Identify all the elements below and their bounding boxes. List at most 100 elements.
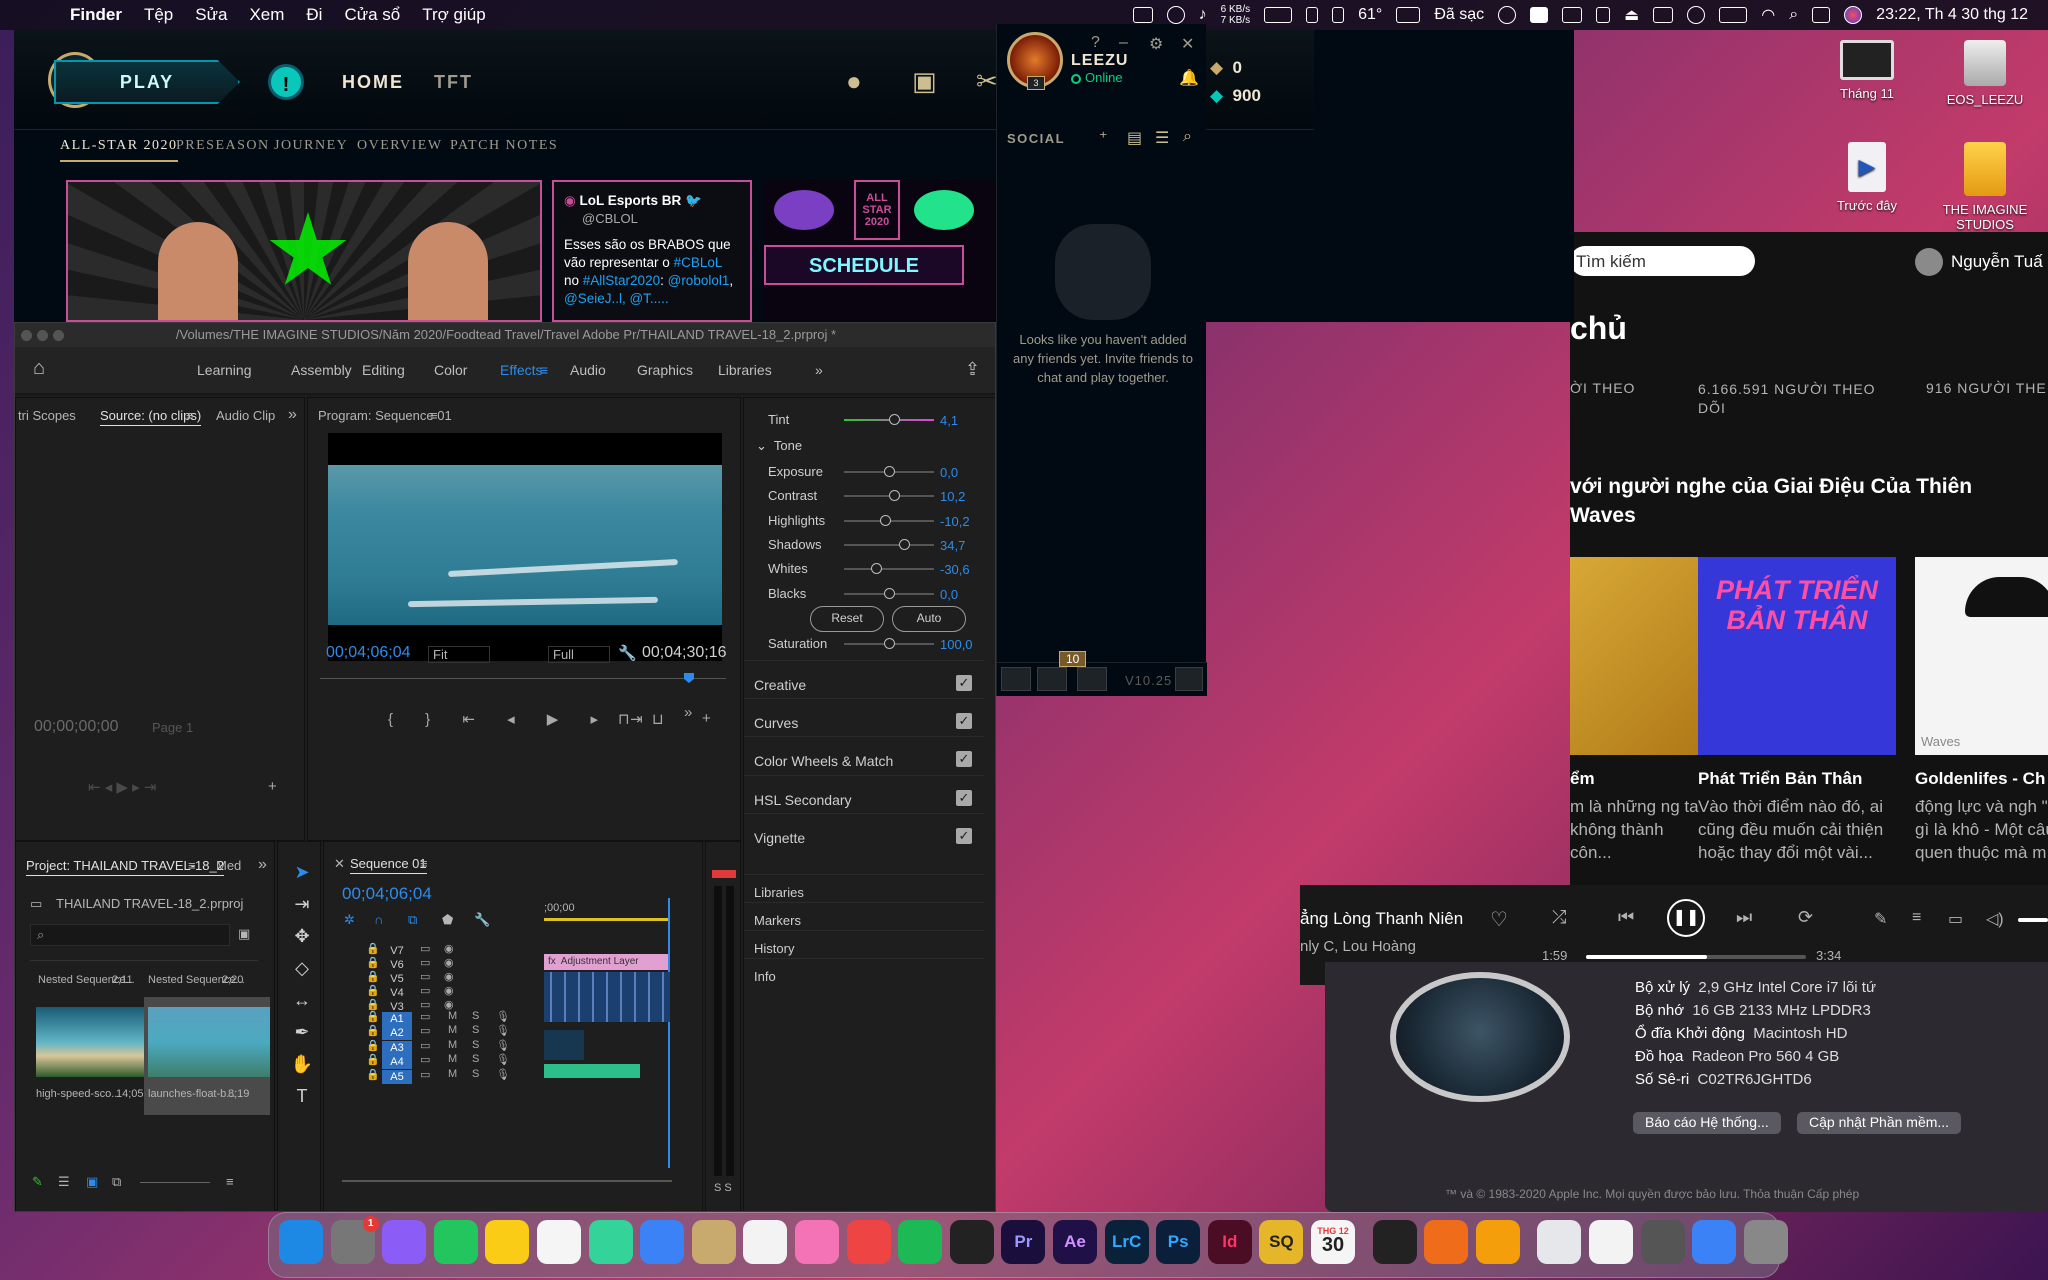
collection-icon[interactable]: ▣ [912,66,937,97]
tone-section-header[interactable]: ⌄ Tone [756,438,802,454]
share-icon[interactable]: ⇪ [965,359,980,380]
clip-indicator[interactable] [712,870,736,878]
more-tabs-icon[interactable]: » [288,406,297,424]
panel-menu-icon[interactable]: ≡ [420,856,428,871]
freeform-view-icon[interactable]: ⧉ [112,1174,121,1190]
eject-icon[interactable]: ⏏ [1624,5,1639,25]
workspace-color[interactable]: Color [434,362,467,378]
tab-lumetri-scopes[interactable]: tri Scopes [18,408,76,423]
playlist-card[interactable]: Waves Goldenlifes - Ch động lực và ngh "… [1915,557,2048,864]
clock[interactable]: 23:22, Th 4 30 thg 12 [1876,6,2028,24]
playlist-card[interactable]: PHÁT TRIỂN BẢN THÂN Phát Triển Bản Thân … [1698,557,1898,864]
close-icon[interactable]: ✕ [1181,34,1194,54]
solo-buttons[interactable]: S S [714,1182,732,1194]
dock-app-launchpad[interactable] [846,1220,891,1264]
add-button-icon[interactable]: + [702,710,711,727]
subnav-preseason[interactable]: PRESEASON [176,138,270,154]
devices-icon[interactable]: ▭ [1948,909,1963,929]
close-window-icon[interactable] [21,330,32,341]
nest-icon[interactable]: ✲ [344,912,355,928]
new-bin-icon[interactable]: ▣ [238,926,250,942]
timeline-scrollbar[interactable] [342,1180,672,1182]
checkbox-checked[interactable]: ✓ [956,675,972,691]
loot-icon[interactable]: ✂ [976,66,998,97]
checkbox-checked[interactable]: ✓ [956,713,972,730]
razor-tool-icon[interactable]: ◇ [290,958,314,982]
minimize-window-icon[interactable] [37,330,48,341]
menu-help[interactable]: Trợ giúp [422,5,485,25]
alert-icon[interactable]: ! [268,64,304,100]
zoom-window-icon[interactable] [53,330,64,341]
clip-thumbnail[interactable] [36,1007,158,1077]
subnav-journey[interactable]: JOURNEY [274,138,348,154]
volume-icon[interactable]: ◁) [1986,909,2004,929]
tab-sequence[interactable]: Sequence 01 [350,856,427,874]
keyboard-icon[interactable] [1653,7,1674,23]
section-vignette[interactable]: Vignette ✓ [744,812,984,861]
dock-app-spotify[interactable] [898,1220,943,1264]
settings-icon[interactable]: ⚙ [1149,34,1163,54]
dock-app-folder[interactable] [1692,1220,1737,1264]
type-tool-icon[interactable]: T [290,1086,314,1110]
fit-dropdown[interactable]: Fit [428,646,490,663]
schedule-button[interactable]: SCHEDULE [764,245,964,285]
list-icon[interactable]: ☰ [1155,128,1169,148]
battery-icon[interactable] [1719,7,1748,23]
menu-go[interactable]: Đi [306,5,322,25]
cloud-icon[interactable] [1562,7,1583,23]
linked-selection-icon[interactable]: ⧉ [408,912,417,928]
ripple-edit-tool-icon[interactable]: ✥ [290,926,314,950]
clip-thumbnail[interactable] [148,1007,270,1077]
subnav-allstar[interactable]: ALL-STAR 2020 [60,138,178,162]
chat-icon[interactable] [1001,667,1031,691]
help-icon[interactable]: ? [1091,34,1100,52]
auto-button[interactable]: Auto [892,606,966,632]
mic-monitor-icon[interactable] [1596,7,1611,23]
workspace-menu-icon[interactable]: ≡ [540,362,548,378]
work-area-bar[interactable] [544,918,670,921]
wrench-icon[interactable]: 🔧 [618,644,637,662]
online-status[interactable]: Online [1085,70,1123,85]
checkbox-checked[interactable]: ✓ [956,751,972,768]
add-button-icon[interactable]: + [268,778,277,795]
nav-home[interactable]: HOME [342,72,404,93]
clipboard-icon[interactable] [1037,667,1067,691]
notifications-icon[interactable]: 🔔 [1179,68,1199,88]
icon-view-icon[interactable]: ▣ [86,1174,98,1190]
desktop-icon-eos-leezu[interactable]: EOS_LEEZU [1930,40,2040,107]
mini-time-ruler[interactable] [320,673,726,692]
workspace-editing[interactable]: Editing [362,362,405,378]
repeat-icon[interactable]: ⟳ [1798,907,1813,928]
dock-app-id[interactable]: Id [1207,1220,1252,1264]
menu-window[interactable]: Cửa sổ [344,5,400,25]
more-controls-icon[interactable]: » [684,704,692,721]
system-report-button[interactable]: Báo cáo Hệ thống... [1633,1112,1781,1134]
selection-tool-icon[interactable]: ➤ [290,862,314,886]
search-input[interactable]: Tìm kiếm [1570,246,1755,276]
menu-edit[interactable]: Sửa [195,5,227,25]
quality-dropdown[interactable]: Full [548,646,610,663]
timeline-timecode[interactable]: 00;04;06;04 [342,884,432,904]
project-search-input[interactable]: ⌕ [30,924,230,946]
temperature-reading[interactable]: 61° [1358,6,1382,24]
reset-button[interactable]: Reset [810,606,884,632]
shield-icon[interactable] [1166,6,1185,24]
dock-app-pr[interactable]: Pr [1001,1220,1046,1264]
memory-icon[interactable] [1306,7,1319,23]
profile-icon[interactable]: ● [846,66,862,97]
schedule-banner[interactable]: ALL STAR 2020 SCHEDULE [764,180,1004,322]
timeline-playhead[interactable] [668,898,670,1168]
dock-app-app-store[interactable] [640,1220,685,1264]
dock-app-rocket[interactable] [1475,1220,1520,1264]
track-title[interactable]: ẳng Lòng Thanh Niên [1300,909,1463,929]
subnav-patch-notes[interactable]: PATCH NOTES [450,138,558,154]
audio-clip[interactable] [544,1064,640,1078]
slip-tool-icon[interactable]: ↔ [290,990,314,1014]
dock-app-screenshots[interactable] [1640,1220,1685,1264]
desktop-icon-truoc-day[interactable]: ▶ Trước đây [1812,142,1922,213]
apple-logo-icon[interactable] [26,4,48,26]
disk-icon[interactable] [1332,7,1345,23]
nav-tft[interactable]: TFT [434,72,473,93]
workspace-graphics[interactable]: Graphics [637,362,693,378]
extract-icon[interactable]: ⊔ [652,710,664,728]
